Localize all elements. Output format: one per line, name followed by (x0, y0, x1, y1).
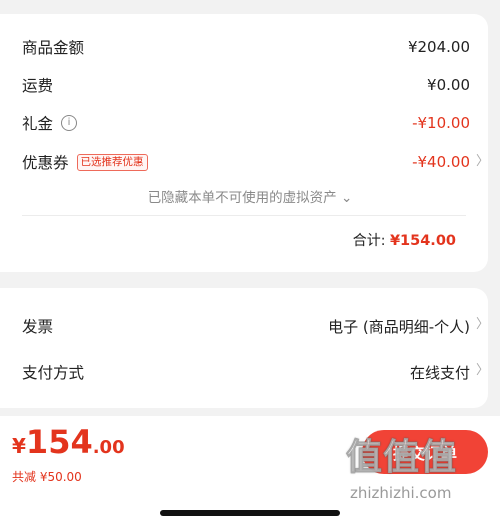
gift-money-label: 礼金 (22, 115, 54, 133)
total-label: 合计: (352, 233, 386, 249)
invoice-label: 发票 (22, 318, 54, 336)
invoice-chevron-right-icon[interactable]: 〉 (476, 318, 489, 331)
coupon-chevron-right-icon[interactable]: 〉 (476, 155, 489, 168)
invoice-value: 电子 (商品明细-个人) (328, 317, 470, 336)
gift-money-value: -¥10.00 (412, 114, 470, 132)
gift-money-row: 礼金 i -¥10.00 (22, 112, 470, 134)
coupon-recommended-tag: 已选推荐优惠 (76, 153, 148, 171)
shipping-value: ¥0.00 (427, 76, 470, 94)
info-circle-icon[interactable]: i (61, 115, 78, 131)
payable-price: ¥154.00 (12, 426, 125, 458)
goods-amount-label: 商品金额 (22, 39, 85, 57)
total-saving: 共减 ¥50.00 (12, 470, 82, 484)
payment-row[interactable]: 支付方式 在线支付 (22, 361, 470, 383)
chevron-down-icon: ⌄ (340, 190, 353, 206)
coupon-row[interactable]: 优惠券 已选推荐优惠 -¥40.00 (22, 151, 470, 173)
watermark-logo-text: 值值值 (346, 437, 458, 479)
hidden-assets-note: 已隐藏本单不可使用的虚拟资产 (147, 190, 337, 206)
payment-chevron-right-icon[interactable]: 〉 (476, 364, 489, 377)
goods-amount-row: 商品金额 ¥204.00 (22, 36, 470, 58)
coupon-label: 优惠券 (22, 154, 69, 172)
shipping-label: 运费 (22, 77, 54, 95)
coupon-value: -¥40.00 (412, 153, 470, 171)
divider (22, 215, 466, 216)
payment-value: 在线支付 (409, 363, 470, 382)
goods-amount-value: ¥204.00 (407, 38, 470, 56)
watermark-logo: 值值值 zhizhizhi.com (346, 436, 496, 526)
invoice-row[interactable]: 发票 电子 (商品明细-个人) (22, 315, 470, 337)
total-amount: ¥154.00 (389, 233, 456, 249)
price-decimal: .00 (92, 437, 125, 458)
order-total: 合计: ¥154.00 (353, 230, 456, 250)
currency-symbol: ¥ (12, 434, 26, 458)
payment-label: 支付方式 (22, 364, 85, 382)
shipping-row: 运费 ¥0.00 (22, 74, 470, 96)
watermark-url: zhizhizhi.com (350, 484, 452, 502)
home-indicator (160, 510, 340, 516)
order-settings-card (0, 288, 488, 408)
hidden-assets-toggle[interactable]: 已隐藏本单不可使用的虚拟资产 ⌄ (0, 186, 500, 206)
price-integer: 154 (25, 423, 93, 461)
